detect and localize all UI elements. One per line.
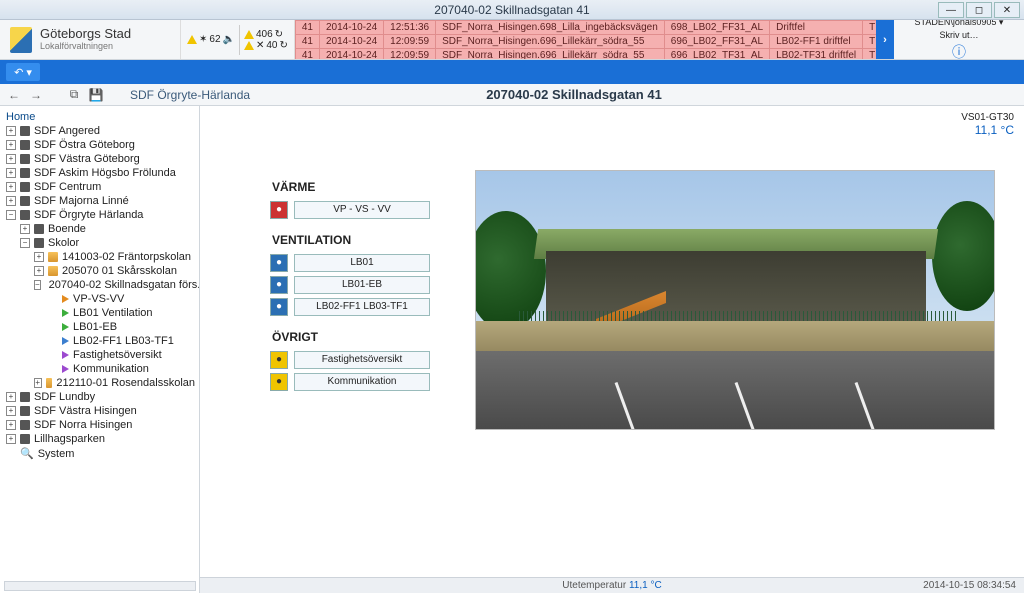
footer-value: 11,1 °C <box>629 580 662 591</box>
temp-label: VS01-GT30 <box>961 112 1014 123</box>
nav-button-label: LB02-FF1 LB03-TF1 <box>294 298 430 316</box>
help-icon[interactable]: ⓘ <box>952 42 966 62</box>
tree-node[interactable]: +Lillhagsparken <box>2 432 197 446</box>
back-button[interactable]: ← <box>6 87 22 103</box>
nav-button-icon: ● <box>270 298 288 316</box>
nav-button[interactable]: ● Fastighetsöversikt <box>270 350 430 369</box>
tree-node[interactable]: +SDF Västra Hisingen <box>2 404 197 418</box>
header: Göteborgs Stad Lokalförvaltningen ✶ 62 🔈… <box>0 20 1024 60</box>
nav-button[interactable]: ● LB02-FF1 LB03-TF1 <box>270 297 430 316</box>
status-b[interactable]: 406 ↻ <box>244 29 288 40</box>
status-bar: Utetemperatur 11,1 °C 2014-10-15 08:34:5… <box>200 577 1024 593</box>
tree-node[interactable]: +205070 01 Skårsskolan <box>2 264 197 278</box>
status-c[interactable]: ✕ 40 ↻ <box>244 40 288 51</box>
nav-button[interactable]: ● Kommunikation <box>270 372 430 391</box>
logo-line1: Göteborgs Stad <box>40 27 131 41</box>
tree-node[interactable]: LB01 Ventilation <box>2 306 197 320</box>
nav-button[interactable]: ● LB01 <box>270 253 430 272</box>
nav-button[interactable]: ● LB01-EB <box>270 275 430 294</box>
minimize-button[interactable]: — <box>938 2 964 18</box>
save-button[interactable]: 💾 <box>88 87 104 103</box>
blue-toolbar: ↶ ▾ <box>0 60 1024 84</box>
alarm-next-button[interactable]: › <box>876 20 894 59</box>
body: Home +SDF Angered+SDF Östra Göteborg+SDF… <box>0 106 1024 593</box>
copy-button[interactable]: ⧉ <box>66 87 82 103</box>
tree-node[interactable]: +SDF Angered <box>2 124 197 138</box>
site-photo <box>475 170 995 430</box>
section-heading: VÄRME <box>272 180 448 194</box>
tree-node[interactable]: −SDF Örgryte Härlanda <box>2 208 197 222</box>
footer-label: Utetemperatur <box>562 580 626 591</box>
tree-node[interactable]: +SDF Norra Hisingen <box>2 418 197 432</box>
close-button[interactable]: ✕ <box>994 2 1020 18</box>
breadcrumb: SDF Örgryte-Härlanda <box>130 88 250 102</box>
page-title: 207040-02 Skillnadsgatan 41 <box>486 87 662 102</box>
tree-node[interactable]: +SDF Västra Göteborg <box>2 152 197 166</box>
nav-toolbar: ← → ⧉ 💾 SDF Örgryte-Härlanda 207040-02 S… <box>0 84 1024 106</box>
nav-button-label: LB01 <box>294 254 430 272</box>
crest-icon <box>10 27 32 53</box>
logo-line2: Lokalförvaltningen <box>40 42 131 52</box>
tree-scrollbar[interactable] <box>4 581 196 591</box>
section-heading: ÖVRIGT <box>272 330 448 344</box>
tree-node[interactable]: +SDF Lundby <box>2 390 197 404</box>
nav-tree[interactable]: Home +SDF Angered+SDF Östra Göteborg+SDF… <box>0 106 200 593</box>
section-heading: VENTILATION <box>272 233 448 247</box>
tree-node[interactable]: −207040-02 Skillnadsgatan förs... <box>2 278 197 292</box>
alarm-row[interactable]: 412014-10-2412:51:36SDF_Norra_Hisingen.6… <box>295 21 876 35</box>
tree-node[interactable]: +SDF Centrum <box>2 180 197 194</box>
tree-node[interactable]: +Boende <box>2 222 197 236</box>
nav-button-label: LB01-EB <box>294 276 430 294</box>
nav-button-icon: ● <box>270 351 288 369</box>
tree-node[interactable]: +SDF Majorna Linné <box>2 194 197 208</box>
status-panel: ✶ 62 🔈 406 ↻ ✕ 40 ↻ <box>180 20 295 59</box>
nav-button-icon: ● <box>270 276 288 294</box>
alarm-list: 412014-10-2412:51:36SDF_Norra_Hisingen.6… <box>295 20 876 59</box>
nav-button-label: VP - VS - VV <box>294 201 430 219</box>
tree-node[interactable]: +SDF Askim Högsbo Frölunda <box>2 166 197 180</box>
tree-node[interactable]: Fastighetsöversikt <box>2 348 197 362</box>
tree-node[interactable]: Kommunikation <box>2 362 197 376</box>
tree-node[interactable]: +SDF Östra Göteborg <box>2 138 197 152</box>
window-buttons: — ◻ ✕ <box>938 2 1020 18</box>
main-panel: VS01-GT30 11,1 °C VÄRME ● VP - VS - VV VENT… <box>200 106 1024 593</box>
tree-node[interactable]: +141003-02 Fräntorpskolan <box>2 250 197 264</box>
print-link[interactable]: Skriv ut… <box>939 30 978 40</box>
tree-node[interactable]: LB02-FF1 LB03-TF1 <box>2 334 197 348</box>
footer-timestamp: 2014-10-15 08:34:54 <box>923 580 1016 591</box>
temp-value: 11,1 °C <box>961 123 1014 137</box>
maximize-button[interactable]: ◻ <box>966 2 992 18</box>
nav-button-label: Fastighetsöversikt <box>294 351 430 369</box>
tree-node[interactable]: VP-VS-VV <box>2 292 197 306</box>
alarm-row[interactable]: 412014-10-2412:09:59SDF_Norra_Hisingen.6… <box>295 49 876 60</box>
nav-button-icon: ● <box>270 254 288 272</box>
tree-node[interactable]: LB01-EB <box>2 320 197 334</box>
nav-button[interactable]: ● VP - VS - VV <box>270 200 430 219</box>
outdoor-temp: VS01-GT30 11,1 °C <box>961 112 1014 137</box>
nav-button-label: Kommunikation <box>294 373 430 391</box>
undo-button[interactable]: ↶ ▾ <box>6 63 40 81</box>
warning-icon <box>187 35 197 44</box>
title-bar: 207040-02 Skillnadsgatan 41 — ◻ ✕ <box>0 0 1024 20</box>
nav-button-icon: ● <box>270 373 288 391</box>
status-col: 406 ↻ ✕ 40 ↻ <box>244 29 288 51</box>
tree-root[interactable]: Home <box>2 110 197 124</box>
tree-node[interactable]: −Skolor <box>2 236 197 250</box>
window-title: 207040-02 Skillnadsgatan 41 <box>434 3 589 17</box>
tree-node[interactable]: +212110-01 Rosendalsskolan <box>2 376 197 390</box>
status-a[interactable]: ✶ 62 🔈 <box>187 34 235 45</box>
alarm-row[interactable]: 412014-10-2412:09:59SDF_Norra_Hisingen.6… <box>295 35 876 49</box>
user-panel: STADEN\jonals0905 ▾ Skriv ut… ⓘ <box>894 20 1024 59</box>
tree-node[interactable]: 🔍System <box>2 446 197 461</box>
nav-button-icon: ● <box>270 201 288 219</box>
forward-button[interactable]: → <box>28 87 44 103</box>
logo: Göteborgs Stad Lokalförvaltningen <box>0 20 180 59</box>
